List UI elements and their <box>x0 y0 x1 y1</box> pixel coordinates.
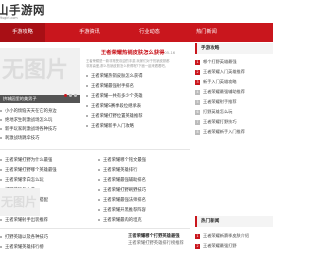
list-item[interactable]: 王者荣耀新手入门攻略 <box>86 122 190 131</box>
sidebar-item[interactable]: 5 王者荣耀射手推荐 <box>195 97 273 106</box>
bullet-icon <box>0 158 2 161</box>
rank-badge: 6 <box>195 109 200 115</box>
bullet-icon <box>86 114 88 117</box>
bullet-icon <box>0 178 2 181</box>
list-item[interactable]: 王者荣耀S赛季段位继承表 <box>86 102 190 111</box>
sidebar-item[interactable]: 6 打野英雄怎么玩 <box>195 107 273 116</box>
nav-item-hot[interactable]: 热门新闻 <box>184 23 229 42</box>
rank-badge: 2 <box>195 69 200 75</box>
article-thumbnail[interactable]: 无图片 <box>0 188 40 216</box>
list-item[interactable]: 王者荣耀哪个铭文最强 <box>98 156 190 165</box>
bullet-icon <box>98 218 100 221</box>
list-item[interactable]: 王者荣耀最强射手排名 <box>86 82 190 91</box>
list-item[interactable]: 王者荣耀射手出装推荐 <box>0 216 92 225</box>
slider-caption[interactable]: 挤城园里的美男子 <box>0 95 80 103</box>
list-item[interactable]: 绝地求生刺激战场怎么玩 <box>0 116 82 125</box>
list-item[interactable]: 王者荣耀打野为什么最强 <box>0 156 92 165</box>
bullet-icon <box>86 84 88 87</box>
rank-badge: 1 <box>195 233 200 239</box>
bottom-feature[interactable]: 王者荣耀哪个打野英雄最强 王者荣耀打野英雄排行榜推荐 <box>128 233 190 247</box>
list-item[interactable]: 王者荣耀最强辅助排名 <box>98 176 190 185</box>
bullet-icon <box>0 218 2 221</box>
bottom-feature-line[interactable]: 王者荣耀打野英雄排行榜推荐 <box>128 240 190 247</box>
slider-dot[interactable] <box>74 94 77 97</box>
featured-title[interactable]: 王者荣耀热销皮肤怎么获得05-16 <box>86 47 190 59</box>
list-item[interactable]: 小小的烦恼天天在它的身边 <box>0 107 82 116</box>
slider-image[interactable]: 无图片 挤城园里的美男子 <box>0 48 80 103</box>
list-item[interactable]: 王者荣耀英雄排行 <box>98 166 190 175</box>
bullet-icon <box>0 109 2 112</box>
thumbnail-watermark: 无图片 <box>1 195 38 209</box>
list-item[interactable]: 王者荣耀李白怎么玩 <box>0 176 92 185</box>
rank-badge: 1 <box>195 59 200 65</box>
divider <box>0 228 190 229</box>
bullet-icon <box>0 136 2 139</box>
featured-summary-line: 非常喜爱,那么热销皮肤怎么获得呢?下面一起来看看吧。 <box>86 64 168 68</box>
featured-summary: 王者荣耀是一款非常受欢迎的手游,玩家们对于热销皮肤都 非常喜爱,那么热销皮肤怎么… <box>86 59 190 69</box>
list-item[interactable]: 新手玩家刺激战场各种技巧 <box>0 125 82 134</box>
list-item[interactable]: 打野英雄以及各种技巧 <box>0 233 90 242</box>
sidebar-item[interactable]: 1 王者荣耀新赛季皮肤介绍 <box>195 231 273 240</box>
list-item[interactable]: 王者荣耀最强法师排名 <box>98 196 190 205</box>
rank-badge: 3 <box>195 79 200 85</box>
sidebar-item[interactable]: 3 新手入门英雄攻略 <box>195 77 273 86</box>
sidebar-item[interactable]: 2 王者荣耀最强打野 <box>195 241 273 250</box>
list-item[interactable]: 刺激战场跳伞技巧 <box>0 134 82 143</box>
bullet-icon <box>86 124 88 127</box>
rank-badge: 5 <box>195 99 200 105</box>
bullet-icon <box>98 168 100 171</box>
sidebar-item[interactable]: 8 王者荣耀新手入门推荐 <box>195 127 273 136</box>
bullet-icon <box>0 127 2 130</box>
bullet-icon <box>98 188 100 191</box>
site-url: 9ugirl.com <box>0 16 18 20</box>
sidebar-guide-heading: 手游攻略 <box>195 43 273 54</box>
nav-item-industry[interactable]: 行业动态 <box>127 23 172 42</box>
sidebar-item[interactable]: 7 王者荣耀打野技巧 <box>195 117 273 126</box>
bottom-feature-line[interactable]: 王者荣耀哪个打野英雄最强 <box>128 233 190 240</box>
list-item[interactable]: 王者荣耀热销皮肤怎么获得 <box>86 72 190 81</box>
list-item[interactable]: 王者荣耀打野刷野技巧 <box>98 186 190 195</box>
rank-badge: 4 <box>195 89 200 95</box>
bullet-icon <box>0 118 2 121</box>
slider-dot[interactable] <box>64 94 67 97</box>
nav-item-news[interactable]: 手游资讯 <box>67 23 112 42</box>
sidebar-item[interactable]: 1 哪个打野英雄最强 <box>195 57 273 66</box>
bullet-icon <box>98 158 100 161</box>
list-item[interactable]: 王者荣耀英雄排行榜 <box>0 243 90 252</box>
sidebar-item[interactable]: 4 王者荣耀最强辅助推荐 <box>195 87 273 96</box>
bullet-icon <box>98 178 100 181</box>
slider-watermark: 无图片 <box>2 57 69 83</box>
bullet-icon <box>86 94 88 97</box>
featured-date: 05-16 <box>164 51 176 55</box>
bullet-icon <box>0 235 2 238</box>
bullet-icon <box>98 198 100 201</box>
list-item[interactable]: 王者荣耀最肉的坦克 <box>98 216 190 225</box>
list-item[interactable]: 王者荣耀打野哪个英雄最强 <box>0 166 92 175</box>
list-item[interactable]: 王者荣耀打野位置英雄推荐 <box>86 112 190 121</box>
rank-badge: 8 <box>195 129 200 135</box>
bullet-icon <box>86 74 88 77</box>
bullet-icon <box>86 104 88 107</box>
sidebar-item[interactable]: 2 王者荣耀入门英雄推荐 <box>195 67 273 76</box>
divider <box>0 149 190 150</box>
sidebar-hot-heading: 热门新闻 <box>195 216 273 227</box>
bullet-icon <box>0 245 2 248</box>
list-item[interactable]: 王者荣耀开黑推荐阵容 <box>98 206 190 215</box>
slider-dot[interactable] <box>69 94 72 97</box>
rank-badge: 7 <box>195 119 200 125</box>
bullet-icon <box>98 208 100 211</box>
nav-item-guides[interactable]: 手游攻略 <box>0 23 45 42</box>
rank-badge: 2 <box>195 243 200 249</box>
list-item[interactable]: 王者荣耀一共有多少个英雄 <box>86 92 190 101</box>
featured-title-text[interactable]: 王者荣耀热销皮肤怎么获得 <box>101 50 165 56</box>
bullet-icon <box>0 168 2 171</box>
main-nav: 手游攻略 手游资讯 行业动态 热门新闻 <box>0 23 273 42</box>
